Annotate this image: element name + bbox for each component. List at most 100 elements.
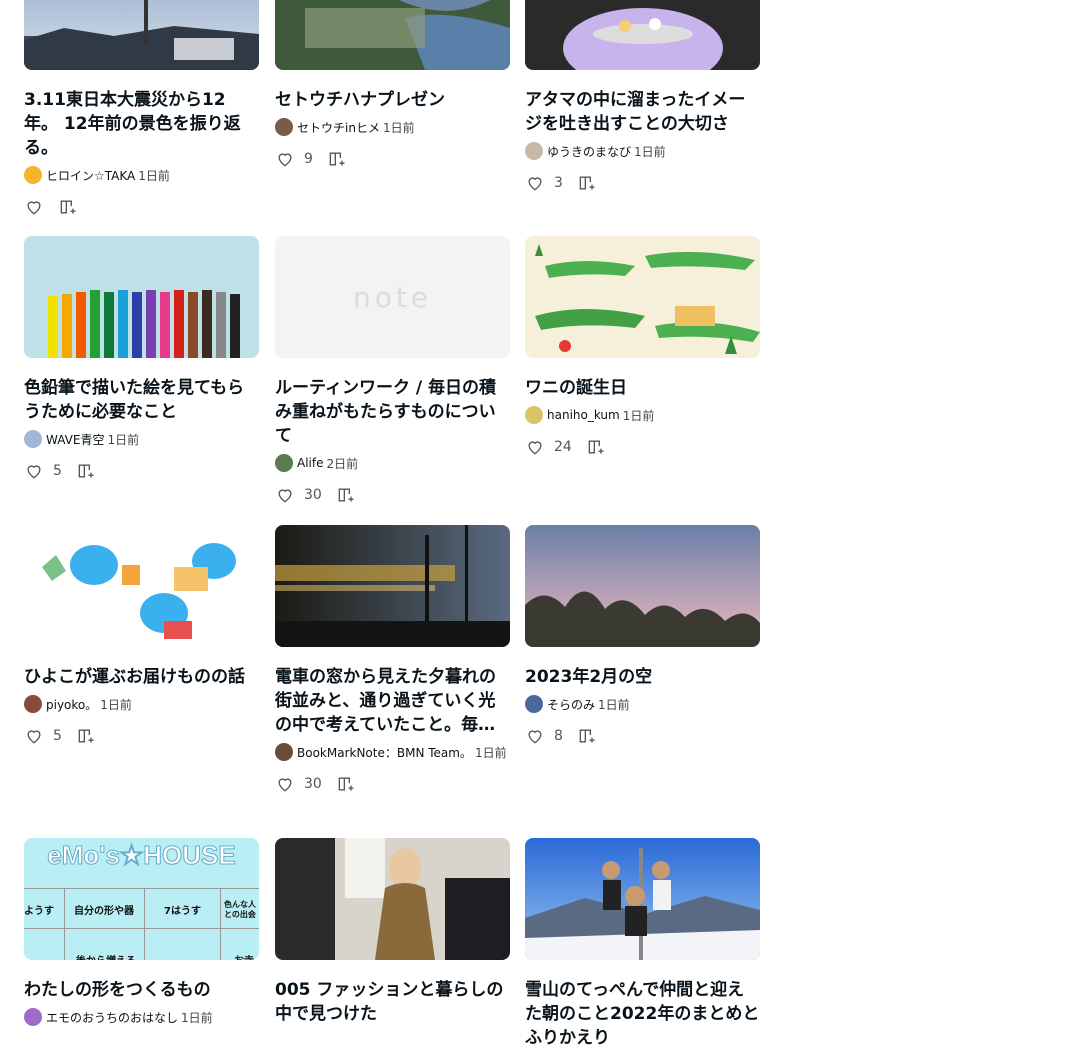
like-icon[interactable] [525, 726, 545, 746]
creator-name[interactable]: Alife [297, 456, 323, 470]
article-title[interactable]: ルーティンワーク / 毎日の積み重ねがもたらすものについて [275, 376, 510, 448]
article-card[interactable]: 005 ファッションと暮らしの中で見つけた [275, 838, 510, 1026]
article-creator[interactable]: BookMarkNote：BMN Team。 1日前 [275, 742, 510, 762]
post-time: 1日前 [474, 745, 507, 760]
article-actions: 5 [24, 459, 259, 483]
creator-name[interactable]: セトウチinヒメ [297, 119, 380, 136]
creator-avatar [24, 695, 42, 713]
article-title[interactable]: ひよこが運ぶお届けものの話 [24, 665, 259, 689]
article-card[interactable]: セトウチハナプレゼン セトウチinヒメ 1日前 9 [275, 0, 510, 171]
like-icon[interactable] [525, 173, 545, 193]
article-title[interactable]: 電車の窓から見えた夕暮れの街並みと、通り過ぎていく光の中で考えていたこと。毎日同… [275, 665, 510, 737]
magazine-add-icon[interactable] [336, 774, 356, 794]
creator-name[interactable]: ヒロイン☆TAKA [46, 167, 135, 184]
post-time: 1日前 [634, 144, 666, 159]
magazine-add-icon[interactable] [586, 437, 606, 457]
magazine-add-icon[interactable] [336, 485, 356, 505]
article-thumbnail[interactable] [24, 236, 259, 358]
article-creator[interactable]: セトウチinヒメ 1日前 [275, 117, 510, 137]
article-title[interactable]: 雪山のてっぺんで仲間と迎えた朝のこと2022年のまとめとふりかえり [525, 978, 760, 1050]
article-title[interactable]: ワニの誕生日 [525, 376, 760, 400]
creator-name[interactable]: BookMarkNote：BMN Team。 [297, 744, 472, 761]
magazine-add-icon[interactable] [58, 197, 78, 217]
article-thumbnail[interactable] [24, 0, 259, 70]
article-title[interactable]: セトウチハナプレゼン [275, 88, 510, 112]
article-title[interactable]: 色鉛筆で描いた絵を見てもらうために必要なこと [24, 376, 259, 424]
article-thumbnail[interactable]: eMo's★HOUSE ようす 自分の形や器 7はうす 色んな人との出会 後から… [24, 838, 259, 960]
article-creator[interactable]: エモのおうちのおはなし 1日前 [24, 1007, 259, 1027]
article-card[interactable]: ワニの誕生日 haniho_kum 1日前 24 [525, 236, 760, 459]
like-count: 5 [53, 728, 62, 744]
article-card[interactable]: アタマの中に溜まったイメージを吐き出すことの大切さ ゆうきのまなび 1日前 3 [525, 0, 760, 195]
like-icon[interactable] [275, 774, 295, 794]
article-thumbnail[interactable] [525, 838, 760, 960]
creator-avatar [24, 430, 42, 448]
article-card[interactable]: 3.11東日本大震災から12年。 12年前の景色を振り返る。 ヒロイン☆TAKA… [24, 0, 259, 219]
creator-avatar [525, 406, 543, 424]
article-title[interactable]: わたしの形をつくるもの [24, 978, 259, 1002]
article-card[interactable]: note ルーティンワーク / 毎日の積み重ねがもたらすものについて Alife… [275, 236, 510, 507]
grid-cell: 色んな人との出会 [224, 900, 256, 919]
grid-cell: 自分の形や器 [74, 906, 134, 917]
like-count: 9 [304, 151, 313, 167]
article-actions: 24 [525, 435, 760, 459]
article-card[interactable]: 2023年2月の空 そらのみ 1日前 8 [525, 525, 760, 748]
creator-name[interactable]: WAVE青空 [46, 431, 104, 448]
post-time: 1日前 [138, 168, 170, 183]
post-time: 1日前 [598, 697, 630, 712]
magazine-add-icon[interactable] [577, 173, 597, 193]
creator-name[interactable]: haniho_kum [547, 408, 620, 422]
article-creator[interactable]: WAVE青空 1日前 [24, 429, 259, 449]
article-thumbnail[interactable] [275, 0, 510, 70]
article-card[interactable]: 色鉛筆で描いた絵を見てもらうために必要なこと WAVE青空 1日前 5 [24, 236, 259, 483]
article-creator[interactable]: そらのみ 1日前 [525, 694, 760, 714]
article-thumbnail[interactable]: note [275, 236, 510, 358]
article-thumbnail[interactable] [275, 525, 510, 647]
like-icon[interactable] [525, 437, 545, 457]
article-card[interactable]: 雪山のてっぺんで仲間と迎えた朝のこと2022年のまとめとふりかえり [525, 838, 760, 1050]
article-creator[interactable]: Alife 2日前 [275, 453, 510, 473]
grid-cell: 7はうす [164, 906, 201, 917]
post-time: 1日前 [382, 120, 415, 135]
magazine-add-icon[interactable] [76, 726, 96, 746]
note-logo: note [352, 280, 433, 314]
like-icon[interactable] [275, 485, 295, 505]
magazine-add-icon[interactable] [577, 726, 597, 746]
like-count: 30 [304, 487, 322, 503]
article-title[interactable]: 3.11東日本大震災から12年。 12年前の景色を振り返る。 [24, 88, 259, 160]
article-title[interactable]: 2023年2月の空 [525, 665, 760, 689]
article-card[interactable]: eMo's★HOUSE ようす 自分の形や器 7はうす 色んな人との出会 後から… [24, 838, 259, 1027]
article-creator[interactable]: haniho_kum 1日前 [525, 405, 760, 425]
article-actions: 5 [24, 724, 259, 748]
article-thumbnail[interactable] [525, 525, 760, 647]
grid-cell: お寺 [234, 952, 254, 960]
creator-avatar [525, 142, 543, 160]
house-title: eMo's★HOUSE [47, 840, 236, 871]
like-icon[interactable] [24, 197, 44, 217]
article-thumbnail[interactable] [525, 0, 760, 70]
article-thumbnail[interactable] [525, 236, 760, 358]
article-card[interactable]: 電車の窓から見えた夕暮れの街並みと、通り過ぎていく光の中で考えていたこと。毎日同… [275, 525, 510, 796]
article-thumbnail[interactable] [275, 838, 510, 960]
article-actions [24, 195, 259, 219]
article-thumbnail[interactable] [24, 525, 259, 647]
article-title[interactable]: 005 ファッションと暮らしの中で見つけた [275, 978, 510, 1026]
post-time: 1日前 [100, 697, 132, 712]
article-title[interactable]: アタマの中に溜まったイメージを吐き出すことの大切さ [525, 88, 760, 136]
article-card[interactable]: ひよこが運ぶお届けものの話 piyoko。 1日前 5 [24, 525, 259, 748]
creator-name[interactable]: エモのおうちのおはなし [46, 1009, 178, 1026]
like-icon[interactable] [275, 149, 295, 169]
creator-name[interactable]: ゆうきのまなび [547, 143, 631, 160]
magazine-add-icon[interactable] [76, 461, 96, 481]
grid-cell: 後から増える [76, 952, 136, 960]
article-creator[interactable]: ゆうきのまなび 1日前 [525, 141, 760, 161]
article-creator[interactable]: ヒロイン☆TAKA 1日前 [24, 165, 259, 185]
like-icon[interactable] [24, 726, 44, 746]
article-creator[interactable]: piyoko。 1日前 [24, 694, 259, 714]
creator-name[interactable]: piyoko。 [46, 696, 97, 713]
article-actions: 8 [525, 724, 760, 748]
creator-name[interactable]: そらのみ [547, 696, 595, 713]
magazine-add-icon[interactable] [327, 149, 347, 169]
like-icon[interactable] [24, 461, 44, 481]
creator-avatar [275, 743, 293, 761]
